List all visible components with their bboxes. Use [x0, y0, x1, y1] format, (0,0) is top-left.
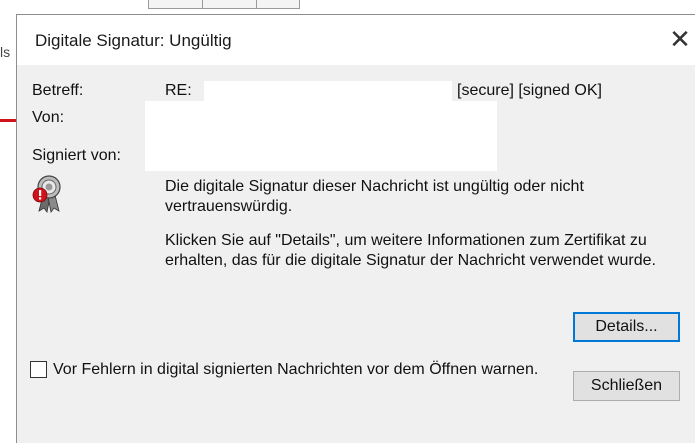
subject-label: Betreff:: [32, 82, 84, 99]
background-toolbar-button[interactable]: [202, 0, 258, 9]
warn-checkbox-label[interactable]: Vor Fehlern in digital signierten Nachri…: [53, 359, 538, 381]
signature-dialog: Digitale Signatur: Ungültig ✕ Betreff: R…: [16, 14, 695, 443]
close-icon[interactable]: ✕: [665, 23, 695, 57]
dialog-title: Digitale Signatur: Ungültig: [35, 31, 232, 50]
background-text-fragment: ls a: [0, 44, 14, 60]
close-button[interactable]: Schließen: [573, 371, 680, 401]
subject-prefix: RE:: [165, 82, 192, 99]
signed-by-label: Signiert von:: [32, 147, 121, 164]
details-hint-message: Klicken Sie auf "Details", um weitere In…: [165, 232, 656, 269]
subject-suffix: [secure] [signed OK]: [457, 82, 602, 99]
warn-checkbox[interactable]: [30, 361, 47, 378]
signed-by-redaction: [145, 137, 497, 171]
certificate-warning-icon: [32, 175, 61, 213]
subject-redaction: [204, 81, 452, 101]
background-toolbar-button[interactable]: [148, 0, 204, 9]
background-toolbar-button[interactable]: [256, 0, 300, 9]
details-button[interactable]: Details...: [573, 312, 680, 342]
invalid-signature-message: Die digitale Signatur dieser Nachricht i…: [165, 178, 584, 215]
dialog-titlebar: Digitale Signatur: Ungültig ✕: [17, 15, 695, 65]
from-label: Von:: [32, 109, 65, 126]
from-redaction: [145, 101, 497, 137]
